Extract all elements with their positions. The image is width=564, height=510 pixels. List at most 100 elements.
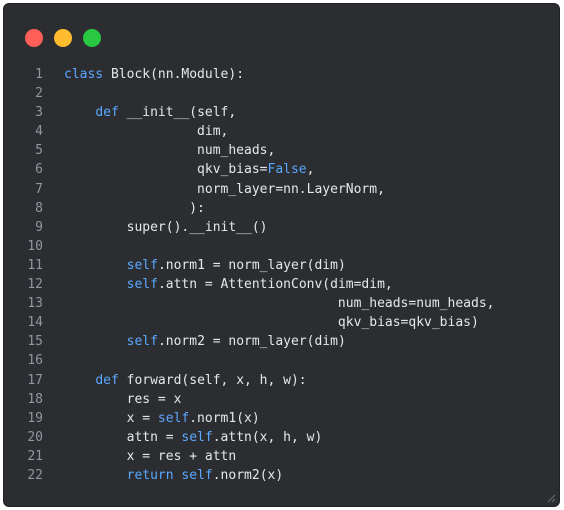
- code-token: norm_layer=nn.LayerNorm,: [64, 181, 385, 197]
- code-block[interactable]: 1 class Block(nn.Module): 2 3 def __init__(…: [4, 65, 559, 485]
- code-token: qkv_bias=: [64, 162, 268, 178]
- code-token: .attn = AttentionConv(dim=dim,: [157, 277, 393, 293]
- code-line: 1 class Block(nn.Module):: [4, 65, 559, 84]
- code-keyword: self: [126, 334, 158, 350]
- code-text: ):: [64, 199, 205, 218]
- code-text: attn = self.attn(x, h, w): [64, 428, 323, 447]
- line-number: 8: [35, 200, 43, 216]
- code-window: 1 class Block(nn.Module): 2 3 def __init__(…: [3, 3, 560, 507]
- code-text: norm_layer=nn.LayerNorm,: [64, 180, 385, 199]
- code-text: def forward(self, x, h, w):: [64, 371, 307, 390]
- code-line: 2: [4, 84, 559, 103]
- code-text: self.norm2 = norm_layer(dim): [64, 332, 346, 351]
- code-line: 4 dim,: [4, 122, 559, 141]
- code-line: 20 attn = self.attn(x, h, w): [4, 428, 559, 447]
- minimize-button[interactable]: [54, 29, 72, 47]
- code-keyword: self: [181, 467, 213, 483]
- code-text: num_heads=num_heads,: [64, 294, 495, 313]
- code-text: x = self.norm1(x): [64, 409, 260, 428]
- line-number: 2: [35, 86, 43, 102]
- code-line: 8 ):: [4, 199, 559, 218]
- code-line: 7 norm_layer=nn.LayerNorm,: [4, 180, 559, 199]
- line-number: 12: [27, 277, 43, 293]
- line-number: 7: [35, 181, 43, 197]
- code-keyword: self: [157, 410, 190, 426]
- code-text: return self.norm2(x): [64, 466, 284, 485]
- code-text: self.attn = AttentionConv(dim=dim,: [64, 275, 393, 294]
- code-line: 15 self.norm2 = norm_layer(dim): [4, 332, 559, 351]
- line-number: 15: [27, 334, 43, 350]
- code-text: num_heads,: [64, 141, 275, 160]
- line-number: 9: [35, 219, 43, 235]
- line-number: 11: [27, 257, 43, 273]
- line-number: 13: [27, 296, 43, 312]
- code-token: attn =: [64, 429, 182, 445]
- code-token: x =: [64, 410, 158, 426]
- line-number: 3: [35, 105, 43, 121]
- code-token: Block(nn.Module):: [103, 67, 245, 82]
- code-line: 6 qkv_bias=False,: [4, 160, 559, 179]
- code-token: .norm2(x): [212, 467, 284, 483]
- code-keyword: self: [126, 277, 158, 293]
- code-text: class Block(nn.Module):: [64, 65, 244, 84]
- code-token: forward(self, x, h, w):: [118, 372, 307, 388]
- code-keyword: def: [95, 372, 119, 388]
- line-number: 17: [27, 372, 43, 388]
- code-text: def __init__(self,: [64, 103, 236, 122]
- line-number: 22: [27, 467, 43, 483]
- line-number: 18: [27, 391, 43, 407]
- code-line: 13 num_heads=num_heads,: [4, 294, 559, 313]
- code-line: 18 res = x: [4, 390, 559, 409]
- code-keyword: self: [126, 257, 158, 273]
- code-text: super().__init__(): [64, 218, 268, 237]
- code-token: res = x: [64, 391, 182, 407]
- line-number: 20: [27, 429, 43, 445]
- code-token: ):: [64, 200, 205, 216]
- line-number: 4: [35, 124, 43, 140]
- code-text: self.norm1 = norm_layer(dim): [64, 256, 346, 275]
- close-button[interactable]: [25, 29, 43, 47]
- line-number: 19: [27, 410, 43, 426]
- code-token: num_heads,: [64, 143, 276, 159]
- code-token: .attn(x, h, w): [212, 429, 323, 445]
- window-controls: [25, 29, 101, 47]
- code-token: .norm1(x): [189, 410, 260, 426]
- code-text: qkv_bias=qkv_bias): [64, 313, 479, 332]
- code-line: 9 super().__init__(): [4, 218, 559, 237]
- line-number: 1: [35, 67, 43, 82]
- code-text: res = x: [64, 390, 182, 409]
- code-line: 17 def forward(self, x, h, w):: [4, 371, 559, 390]
- line-number: 5: [35, 143, 43, 159]
- code-line: 5 num_heads,: [4, 141, 559, 160]
- code-line: 14 qkv_bias=qkv_bias): [4, 313, 559, 332]
- code-keyword: def: [95, 105, 119, 121]
- resize-handle-icon[interactable]: [547, 494, 556, 503]
- code-keyword: class: [64, 67, 104, 82]
- code-line: 21 x = res + attn: [4, 447, 559, 466]
- code-keyword: self: [181, 429, 213, 445]
- code-line: 16: [4, 351, 559, 370]
- code-token: qkv_bias=qkv_bias): [64, 315, 479, 331]
- code-line: 3 def __init__(self,: [4, 103, 559, 122]
- code-token: super().__init__(): [64, 219, 268, 235]
- code-line: 22 return self.norm2(x): [4, 466, 559, 485]
- line-number: 16: [27, 353, 43, 369]
- code-token: x = res + attn: [64, 448, 237, 464]
- code-text: dim,: [64, 122, 228, 141]
- code-token: dim,: [64, 124, 229, 140]
- code-token: num_heads=num_heads,: [64, 296, 495, 312]
- maximize-button[interactable]: [83, 29, 101, 47]
- line-number: 14: [27, 315, 43, 331]
- code-line: 11 self.norm1 = norm_layer(dim): [4, 256, 559, 275]
- code-line: 12 self.attn = AttentionConv(dim=dim,: [4, 275, 559, 294]
- code-text: x = res + attn: [64, 447, 237, 466]
- code-token: __init__(self,: [118, 105, 237, 121]
- code-line: 10: [4, 237, 559, 256]
- code-keyword: return: [126, 467, 174, 483]
